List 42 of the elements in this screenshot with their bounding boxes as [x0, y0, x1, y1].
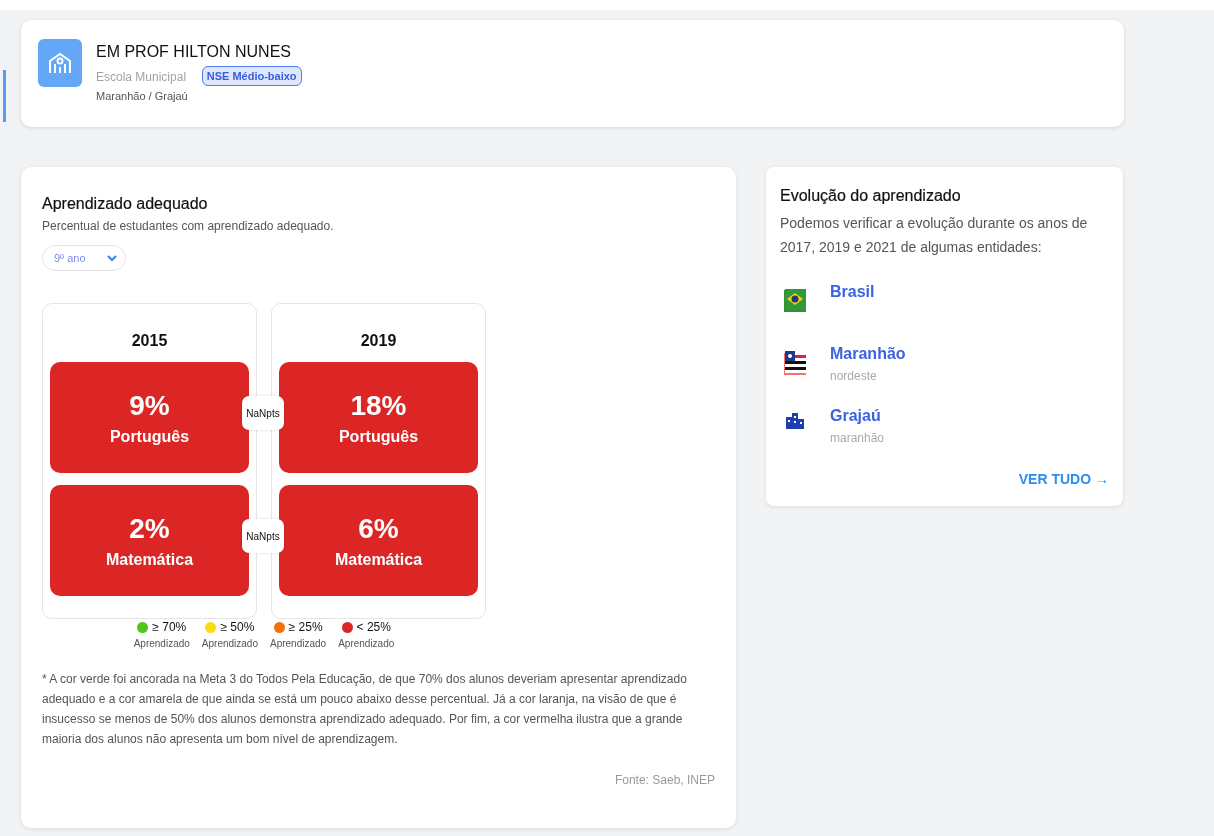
see-all-link[interactable]: VER TUDO → [780, 471, 1109, 487]
entity-region: maranhão [830, 431, 885, 445]
chevron-down-icon [107, 254, 117, 262]
entity-region: nordeste [830, 369, 878, 383]
score-value: 6% [358, 512, 399, 545]
legend-caption: Aprendizado [338, 638, 395, 649]
legend-label: ≥ 50% [220, 620, 255, 634]
legend-label: ≥ 25% [288, 620, 323, 634]
section-title: Aprendizado adequado [42, 195, 209, 213]
section-title: Evolução do aprendizado [780, 187, 962, 205]
subject-label: Português [109, 427, 190, 446]
subject-label: Português [338, 427, 419, 446]
entity-link[interactable]: Grajaú [830, 407, 885, 425]
nse-badge: NSE Médio-baixo [201, 66, 302, 86]
legend-caption: Aprendizado [201, 638, 258, 649]
legend-caption: Aprendizado [270, 638, 327, 649]
sidebar-indicator [3, 70, 6, 122]
school-name: EM PROF HILTON NUNES [96, 43, 292, 61]
year-label: 2019 [359, 332, 398, 350]
score-value: 18% [350, 389, 407, 422]
source-note: Fonte: Saeb, INEP [613, 773, 715, 787]
entity-link[interactable]: Maranhão [830, 345, 906, 363]
buildings-icon [785, 411, 805, 429]
footnote: * A cor verde foi ancorada na Meta 3 do Todos Pela Educação, de que 70% dos alunos deveriam apresentar aprendizado adequado e a cor amarela de que ainda se está um pouco abaixo desse percentual. Já a cor laranja, na visão de que é insucesso se menos de 50% dos alunos demonstra aprendizado adequado. Por fim, a cor vermelha ilustra que a grande maioria dos alunos não apresenta um bom nível de aprendizagem. [42, 671, 688, 748]
legend-label: < 25% [356, 620, 391, 634]
school-location: Maranhão / Grajaú [96, 90, 188, 102]
legend-caption: Aprendizado [133, 638, 190, 649]
subject-label: Matemática [105, 550, 194, 569]
school-type: Escola Municipal [96, 70, 187, 84]
school-icon [38, 39, 82, 87]
grade-select[interactable]: 9º ano [42, 245, 126, 271]
score-value: 2% [129, 512, 170, 545]
entity-link[interactable]: Brasil [830, 283, 875, 301]
year-label: 2015 [130, 332, 169, 350]
score-value: 9% [129, 389, 170, 422]
flag-icon [783, 287, 807, 313]
section-description: Podemos verificar a evolução durante os anos de 2017, 2019 e 2021 de algumas entidades: [780, 214, 1089, 257]
difference-badge: NaNpts [242, 519, 284, 553]
subject-label: Matemática [334, 550, 423, 569]
section-subtitle: Percentual de estudantes com aprendizado adequado. [42, 219, 335, 233]
difference-badge: NaNpts [242, 396, 284, 430]
legend-label: ≥ 70% [152, 620, 187, 634]
